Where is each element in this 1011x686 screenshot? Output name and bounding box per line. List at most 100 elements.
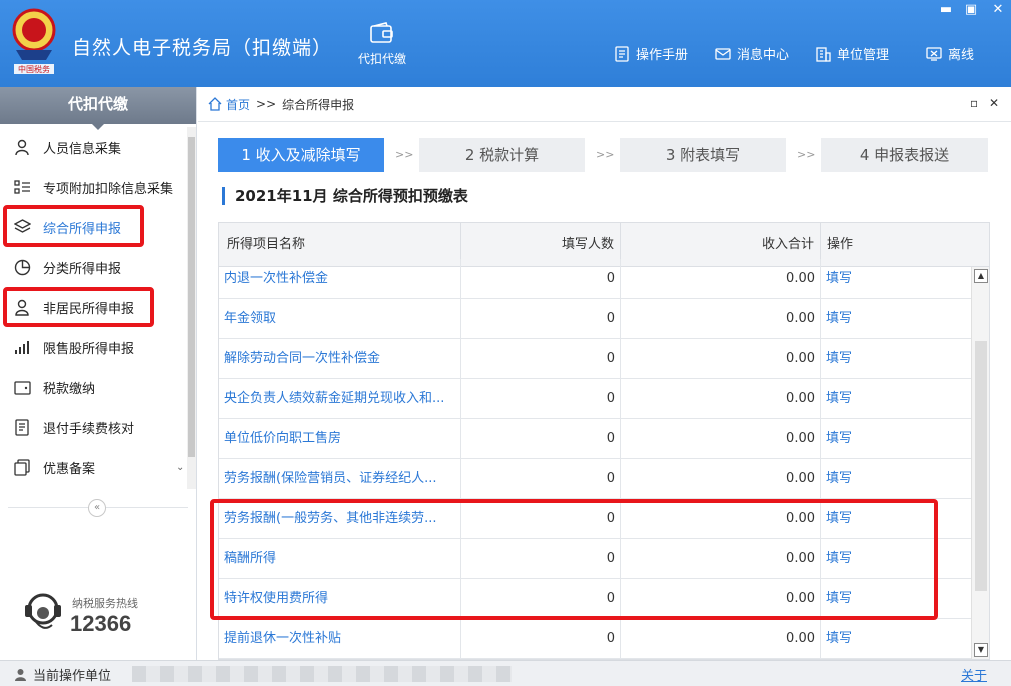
hotline-number: 12366 [70, 611, 132, 636]
fill-link[interactable]: 填写 [821, 339, 971, 379]
table-row: 劳务报酬(保险营销员、证券经纪人... 0 0.00 填写 [219, 459, 971, 499]
row-name[interactable]: 稿酬所得 [219, 539, 461, 579]
document-icon [15, 418, 29, 436]
row-name[interactable]: 内退一次性补偿金 [219, 259, 461, 299]
message-center-link[interactable]: 消息中心 [715, 44, 789, 63]
headset-icon [25, 593, 61, 629]
scrollbar-thumb[interactable] [188, 137, 195, 457]
mail-icon [715, 47, 731, 60]
sidebar-item-comprehensive-income[interactable]: 综合所得申报 [0, 207, 186, 247]
minimize-icon[interactable]: ▬ [938, 2, 954, 17]
manual-label: 操作手册 [636, 48, 689, 63]
unit-management-link[interactable]: 单位管理 [815, 44, 889, 63]
row-name[interactable]: 提前退休一次性补贴 [219, 619, 461, 659]
income-table: 所得项目名称 填写人数 收入合计 操作 内退一次性补偿金 0 0.00 填写 年… [218, 222, 990, 660]
section-title: 2021年11月 综合所得预扣预缴表 [222, 187, 468, 205]
sidebar-item-person-info[interactable]: 人员信息采集 [0, 127, 186, 167]
redacted-unit-name [132, 666, 512, 682]
collapse-sidebar-icon[interactable]: « [88, 499, 106, 517]
sidebar-item-label: 非居民所得申报 [43, 301, 135, 317]
row-count: 0 [461, 259, 621, 299]
fill-link[interactable]: 填写 [821, 579, 971, 619]
table-row: 提前退休一次性补贴 0 0.00 填写 [219, 619, 971, 659]
row-income: 0.00 [621, 539, 821, 579]
manual-icon [615, 45, 629, 62]
step-income-deduction[interactable]: 1 收入及减除填写 [218, 138, 384, 172]
manual-link[interactable]: 操作手册 [614, 44, 688, 63]
row-income: 0.00 [621, 459, 821, 499]
row-income: 0.00 [621, 579, 821, 619]
scrollbar-thumb[interactable] [975, 341, 987, 591]
breadcrumb: 首页 >> 综合所得申报 ▫ ✕ [198, 87, 1011, 122]
withhold-button[interactable]: 代扣代缴 [350, 22, 414, 67]
sidebar-scrollbar[interactable] [187, 127, 196, 489]
maximize-icon[interactable]: ▣ [963, 2, 979, 17]
table-row: 单位低价向职工售房 0 0.00 填写 [219, 419, 971, 459]
message-center-label: 消息中心 [737, 48, 790, 63]
sidebar-item-label: 限售股所得申报 [43, 341, 135, 357]
table-row: 内退一次性补偿金 0 0.00 填写 [219, 259, 971, 299]
row-count: 0 [461, 579, 621, 619]
sidebar-item-tax-payment[interactable]: 税款缴纳 [0, 367, 186, 407]
row-name[interactable]: 劳务报酬(保险营销员、证券经纪人... [219, 459, 461, 499]
current-unit: 当前操作单位 [14, 665, 111, 684]
close-icon[interactable]: ✕ [990, 2, 1006, 17]
step-report-submit[interactable]: 4 申报表报送 [821, 138, 988, 172]
fill-link[interactable]: 填写 [821, 299, 971, 339]
row-name[interactable]: 单位低价向职工售房 [219, 419, 461, 459]
offline-link[interactable]: 离线 [926, 44, 974, 63]
hotline-label: 纳税服务热线 [72, 597, 138, 610]
bar-chart-icon [15, 340, 29, 354]
fill-link[interactable]: 填写 [821, 499, 971, 539]
sidebar-item-restricted-shares[interactable]: 限售股所得申报 [0, 327, 186, 367]
hotline-panel: 纳税服务热线 12366 [22, 587, 182, 647]
row-name[interactable]: 劳务报酬(一般劳务、其他非连续劳... [219, 499, 461, 539]
row-income: 0.00 [621, 619, 821, 659]
fill-link[interactable]: 填写 [821, 619, 971, 659]
list-icon [14, 179, 30, 194]
step-tax-calculation[interactable]: 2 税款计算 [419, 138, 585, 172]
sidebar-title: 代扣代缴 [0, 87, 196, 130]
pie-icon [14, 259, 31, 275]
wallet-icon [370, 22, 393, 43]
close-panel-icon[interactable]: ✕ [989, 96, 999, 110]
breadcrumb-separator: >> [256, 97, 277, 111]
row-name[interactable]: 特许权使用费所得 [219, 579, 461, 619]
restore-panel-icon[interactable]: ▫ [970, 96, 978, 110]
row-name[interactable]: 年金领取 [219, 299, 461, 339]
breadcrumb-home[interactable]: 首页 [226, 96, 250, 113]
step-arrow: >> [797, 148, 816, 161]
fill-link[interactable]: 填写 [821, 459, 971, 499]
svg-text:中国税务: 中国税务 [18, 64, 50, 74]
sidebar-item-label: 分类所得申报 [43, 261, 122, 277]
sidebar-item-fee-refund[interactable]: 退付手续费核对 [0, 407, 186, 447]
row-name[interactable]: 央企负责人绩效薪金延期兑现收入和... [219, 379, 461, 419]
sidebar: 代扣代缴 人员信息采集 专项附加扣除信息采集 综合所得申报 分类所得申报 非居民… [0, 87, 197, 660]
row-count: 0 [461, 539, 621, 579]
row-name[interactable]: 解除劳动合同一次性补偿金 [219, 339, 461, 379]
sidebar-item-label: 优惠备案 [43, 461, 96, 477]
sidebar-item-preferential-filing[interactable]: 优惠备案 ⌄ [0, 447, 186, 487]
table-row: 特许权使用费所得 0 0.00 填写 [219, 579, 971, 619]
about-link[interactable]: 关于 [961, 665, 987, 684]
fill-link[interactable]: 填写 [821, 539, 971, 579]
fill-link[interactable]: 填写 [821, 259, 971, 299]
row-count: 0 [461, 299, 621, 339]
fill-link[interactable]: 填写 [821, 419, 971, 459]
offline-label: 离线 [948, 48, 975, 63]
step-schedule-fill[interactable]: 3 附表填写 [620, 138, 786, 172]
sidebar-item-nonresident-income[interactable]: 非居民所得申报 [0, 287, 186, 327]
app-title: 自然人电子税务局（扣缴端） [72, 37, 333, 59]
copy-icon [14, 458, 30, 476]
chevron-down-icon[interactable]: ⌄ [176, 462, 184, 473]
table-scrollbar[interactable]: ▲ ▼ [971, 267, 989, 659]
scroll-up-icon[interactable]: ▲ [974, 269, 988, 283]
fill-link[interactable]: 填写 [821, 379, 971, 419]
scroll-down-icon[interactable]: ▼ [974, 643, 988, 657]
row-income: 0.00 [621, 379, 821, 419]
home-icon [208, 97, 222, 111]
sidebar-item-special-deduction[interactable]: 专项附加扣除信息采集 [0, 167, 186, 207]
sidebar-item-classified-income[interactable]: 分类所得申报 [0, 247, 186, 287]
status-bar: 当前操作单位 关于 [0, 660, 1011, 686]
row-count: 0 [461, 499, 621, 539]
